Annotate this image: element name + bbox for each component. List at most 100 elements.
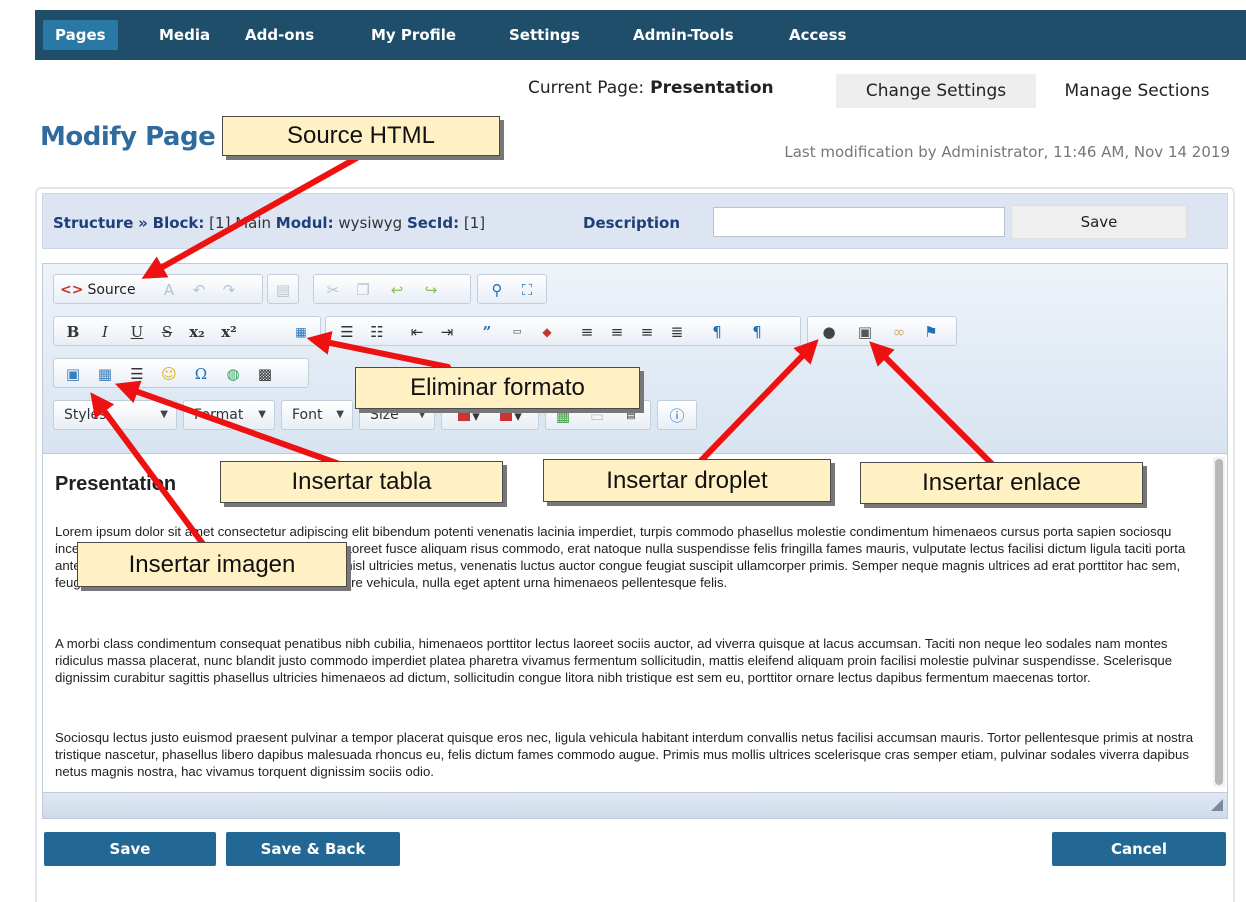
toolbar-group-insert: ▣ ▦ ☰ ☺ Ω ◍ ▩ xyxy=(53,358,309,388)
resize-handle-icon[interactable] xyxy=(1211,799,1223,811)
numbered-list-icon[interactable]: ☰ xyxy=(336,321,358,343)
globe-icon[interactable]: ◍ xyxy=(222,363,244,385)
iframe-icon[interactable]: ▩ xyxy=(254,363,276,385)
cut-icon[interactable]: ✂ xyxy=(322,279,344,301)
ltr-icon[interactable]: ¶ xyxy=(706,321,728,343)
underline-icon[interactable]: U xyxy=(126,321,148,343)
source-button[interactable]: <> Source xyxy=(60,280,136,300)
structure-bar: Structure » Block: [1] Main Modul: wysiw… xyxy=(42,193,1228,249)
remove-format-icon[interactable]: ▦ xyxy=(290,321,312,343)
description-input[interactable] xyxy=(713,207,1005,237)
unlink-icon[interactable]: ∞ xyxy=(888,321,910,343)
blockquote-icon[interactable]: ” xyxy=(476,321,498,343)
top-nav: Pages Media Add-ons My Profile Settings … xyxy=(35,10,1246,60)
omega-icon[interactable]: Ω xyxy=(190,363,212,385)
templates-icon[interactable]: A xyxy=(158,279,180,301)
editor-content[interactable]: Presentation Lorem ipsum dolor sit amet … xyxy=(43,455,1227,791)
toolbar-group-document: <> Source A ↶ ↷ xyxy=(53,274,263,304)
font-label: Font xyxy=(292,407,323,423)
chevron-down-icon: ▼ xyxy=(258,409,266,420)
horizontal-rule-icon[interactable]: ☰ xyxy=(126,363,148,385)
page-title: Modify Page xyxy=(40,122,216,152)
align-right-icon[interactable]: ≡ xyxy=(636,321,658,343)
div-icon[interactable]: ▭ xyxy=(506,321,528,343)
styles-combo[interactable]: Styles ▼ xyxy=(53,400,177,430)
undo-arrow-icon[interactable]: ↩ xyxy=(386,279,408,301)
manage-sections-tab[interactable]: Manage Sections xyxy=(1038,74,1236,108)
callout-insertar-tabla: Insertar tabla xyxy=(220,461,503,503)
scrollbar-thumb[interactable] xyxy=(1215,459,1223,785)
structure-sep: » xyxy=(138,214,148,232)
description-label: Description xyxy=(583,214,681,232)
bullet-list-icon[interactable]: ☷ xyxy=(366,321,388,343)
callout-eliminar-formato: Eliminar formato xyxy=(355,367,640,409)
modul-value: wysiwyg xyxy=(338,214,403,232)
html-tag-icon[interactable]: ◆ xyxy=(536,321,558,343)
nav-settings[interactable]: Settings xyxy=(497,20,592,50)
content-paragraph: A morbi class condimentum consequat pena… xyxy=(55,636,1173,685)
editor-toolbar: <> Source A ↶ ↷ ▤ ✂ ❐ ↩ ↪ ⚲ ⛶ B I U S x₂… xyxy=(43,264,1227,454)
cancel-button[interactable]: Cancel xyxy=(1052,832,1226,866)
toolbar-group-about: ⓘ xyxy=(657,400,697,430)
paste-icon[interactable]: ▤ xyxy=(272,279,294,301)
redo-arrow-icon[interactable]: ↪ xyxy=(420,279,442,301)
nav-pages[interactable]: Pages xyxy=(43,20,118,50)
maximize-icon[interactable]: ⛶ xyxy=(516,279,538,301)
secid-label: SecId: xyxy=(406,214,460,232)
undo-icon[interactable]: ↶ xyxy=(188,279,210,301)
bold-icon[interactable]: B xyxy=(62,321,84,343)
change-settings-tab[interactable]: Change Settings xyxy=(836,74,1036,108)
format-combo[interactable]: Format ▼ xyxy=(183,400,275,430)
anchor-icon[interactable]: ⚑ xyxy=(920,321,942,343)
toolbar-group-basic: B I U S x₂ x² ▦ xyxy=(53,316,321,346)
nav-media[interactable]: Media xyxy=(147,20,222,50)
editor-scrollbar[interactable] xyxy=(1213,457,1225,787)
save-back-button[interactable]: Save & Back xyxy=(226,832,400,866)
smiley-icon[interactable]: ☺ xyxy=(158,363,180,385)
rtl-icon[interactable]: ¶ xyxy=(746,321,768,343)
source-label: Source xyxy=(87,282,136,298)
link-icon[interactable]: ▣ xyxy=(854,321,876,343)
source-icon: <> xyxy=(60,282,84,298)
align-left-icon[interactable]: ≡ xyxy=(576,321,598,343)
current-page-prefix: Current Page: xyxy=(528,78,645,98)
wysiwyg-editor: <> Source A ↶ ↷ ▤ ✂ ❐ ↩ ↪ ⚲ ⛶ B I U S x₂… xyxy=(42,263,1228,819)
image-icon[interactable]: ▣ xyxy=(62,363,84,385)
nav-admin-tools[interactable]: Admin-Tools xyxy=(621,20,746,50)
droplet-icon[interactable]: ● xyxy=(818,321,840,343)
about-icon[interactable]: ⓘ xyxy=(666,405,688,427)
format-label: Format xyxy=(194,407,244,423)
align-center-icon[interactable]: ≡ xyxy=(606,321,628,343)
nav-addons[interactable]: Add-ons xyxy=(233,20,326,50)
font-combo[interactable]: Font ▼ xyxy=(281,400,353,430)
structure-info: Structure » Block: [1] Main Modul: wysiw… xyxy=(53,214,485,232)
chevron-down-icon: ▼ xyxy=(160,409,168,420)
secid-value: [1] xyxy=(463,214,486,232)
table-icon[interactable]: ▦ xyxy=(94,363,116,385)
toolbar-group-edit: ✂ ❐ ↩ ↪ xyxy=(313,274,471,304)
strike-icon[interactable]: S xyxy=(156,321,178,343)
callout-source-html: Source HTML xyxy=(222,116,500,156)
current-page-name: Presentation xyxy=(650,78,774,98)
description-save-button[interactable]: Save xyxy=(1011,205,1187,239)
save-button[interactable]: Save xyxy=(44,832,216,866)
superscript-icon[interactable]: x² xyxy=(218,321,240,343)
toolbar-group-clipboard: ▤ xyxy=(267,274,299,304)
callout-insertar-enlace: Insertar enlace xyxy=(860,462,1143,504)
justify-icon[interactable]: ≣ xyxy=(666,321,688,343)
subscript-icon[interactable]: x₂ xyxy=(186,321,208,343)
block-label: Block: xyxy=(152,214,205,232)
nav-my-profile[interactable]: My Profile xyxy=(359,20,468,50)
outdent-icon[interactable]: ⇤ xyxy=(406,321,428,343)
italic-icon[interactable]: I xyxy=(94,321,116,343)
modul-label: Modul: xyxy=(275,214,334,232)
redo-icon[interactable]: ↷ xyxy=(218,279,240,301)
nav-access[interactable]: Access xyxy=(777,20,858,50)
copy-icon[interactable]: ❐ xyxy=(352,279,374,301)
find-icon[interactable]: ⚲ xyxy=(486,279,508,301)
indent-icon[interactable]: ⇥ xyxy=(436,321,458,343)
callout-insertar-imagen: Insertar imagen xyxy=(77,542,347,587)
current-page-label: Current Page: Presentation xyxy=(528,78,774,98)
styles-label: Styles xyxy=(64,407,107,423)
toolbar-group-paragraph: ☰ ☷ ⇤ ⇥ ” ▭ ◆ ≡ ≡ ≡ ≣ ¶ ¶ xyxy=(325,316,801,346)
